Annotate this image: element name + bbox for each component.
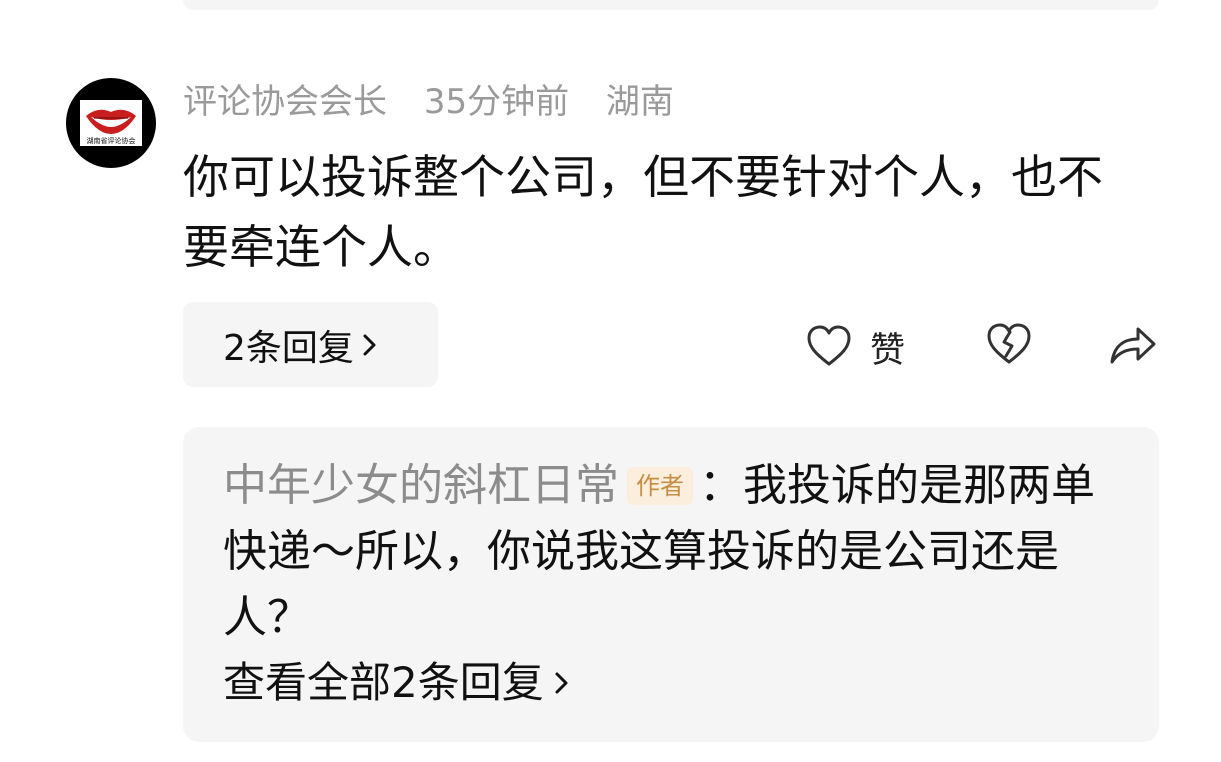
comment-author[interactable]: 评论协会会长 [183, 82, 387, 122]
reply-count-button[interactable]: 2条回复 [183, 302, 438, 387]
broken-heart-icon [986, 322, 1032, 370]
comment-location: 湖南 [605, 82, 674, 122]
view-all-label: 查看全部2条回复 [223, 658, 544, 707]
comment-meta: 评论协会会长 35分钟前 湖南 [183, 80, 674, 124]
reply-preview-card[interactable]: 中年少女的斜杠日常 作者 ：我投诉的是那两单快递～所以，你说我这算投诉的是公司还是人… [183, 427, 1159, 742]
reply-author[interactable]: 中年少女的斜杠日常 [223, 460, 619, 511]
chevron-right-icon [362, 332, 378, 358]
dislike-button[interactable] [986, 322, 1032, 370]
view-all-replies-link[interactable]: 查看全部2条回复 [223, 653, 570, 713]
comment-text: 你可以投诉整个公司，但不要针对个人，也不要牵连个人。 [183, 150, 1103, 274]
chevron-right-icon [554, 670, 570, 696]
author-badge: 作者 [627, 467, 693, 505]
comment-time: 35分钟前 [423, 82, 570, 122]
like-button[interactable]: 赞 [806, 322, 905, 373]
reply-count-label: 2条回复 [223, 327, 354, 369]
previous-card-edge [183, 0, 1159, 10]
avatar[interactable]: 湖南省评论协会 [66, 78, 156, 168]
reply-body: 中年少女的斜杠日常 作者 ：我投诉的是那两单快递～所以，你说我这算投诉的是公司还是人… [223, 453, 1123, 651]
reply-separator: ： [699, 460, 743, 511]
heart-outline-icon [806, 324, 852, 372]
avatar-logo: 湖南省评论协会 [80, 100, 142, 146]
share-arrow-icon [1108, 322, 1158, 370]
svg-text:湖南省评论协会: 湖南省评论协会 [87, 136, 136, 145]
like-label: 赞 [870, 331, 906, 371]
share-button[interactable] [1108, 322, 1158, 370]
